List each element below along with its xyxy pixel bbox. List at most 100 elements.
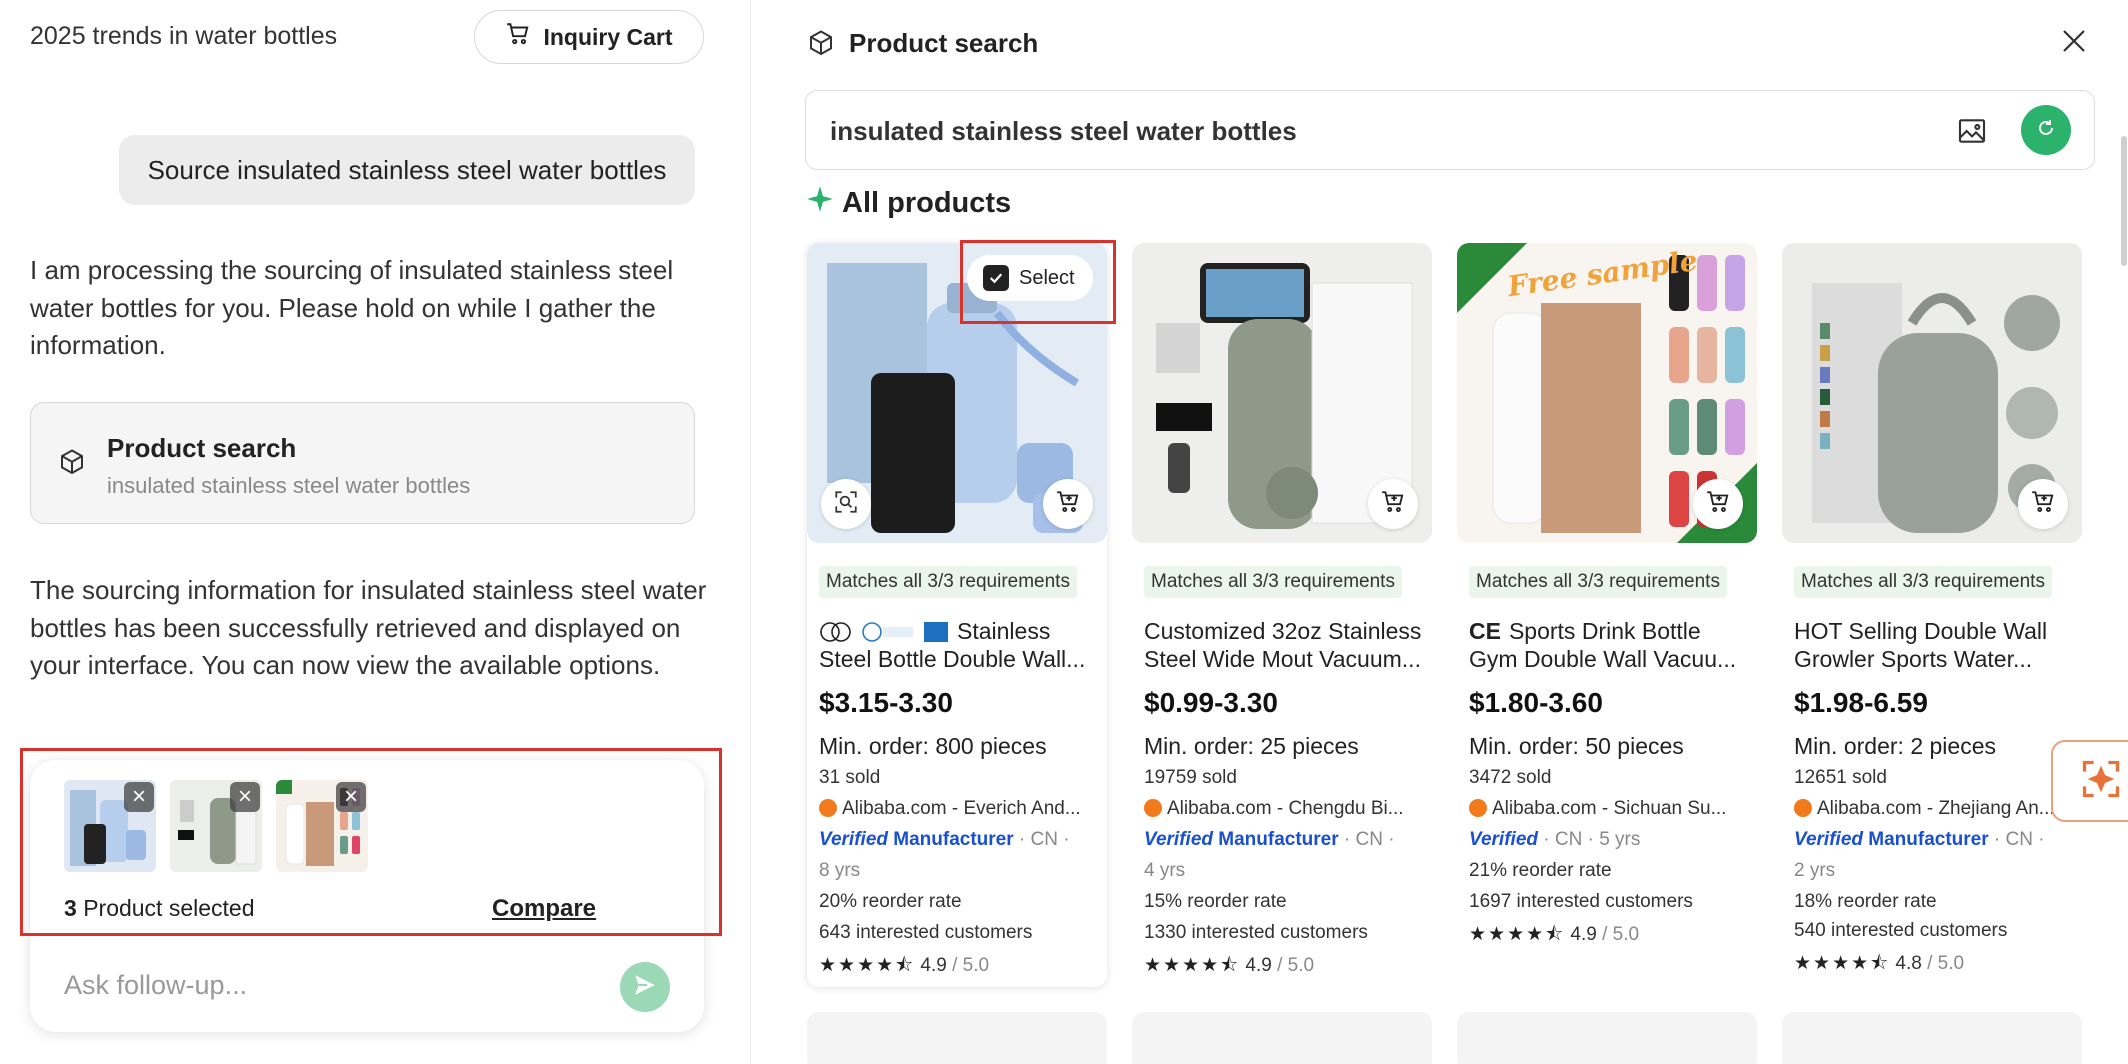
cube-icon	[806, 29, 836, 64]
min-order: Min. order: 50 pieces	[1469, 733, 1684, 759]
star-rating-icon: ★★★★⯪	[819, 955, 916, 976]
interested-customers: 1697 interested customers	[1469, 891, 1693, 912]
select-highlight	[960, 240, 1116, 324]
cart-add-icon	[2030, 489, 2056, 520]
sparkle-icon	[806, 185, 834, 221]
alibaba-icon	[1144, 799, 1162, 817]
cart-add-icon	[1055, 489, 1081, 520]
follow-up-input[interactable]: Ask follow-up...	[64, 970, 247, 1001]
product-title[interactable]: Stainless Steel Bottle Double Wall...	[819, 617, 1103, 673]
assistant-message: I am processing the sourcing of insulate…	[30, 255, 674, 360]
certification-icons	[819, 621, 949, 643]
add-to-cart-button[interactable]	[1043, 479, 1093, 529]
star-rating-icon: ★★★★⯪	[1794, 953, 1891, 974]
cube-icon	[57, 448, 87, 483]
search-bar[interactable]: insulated stainless steel water bottles	[805, 90, 2095, 170]
send-icon	[632, 972, 658, 1003]
chat-panel: 2025 trends in water bottles Inquiry Car…	[0, 0, 750, 1064]
star-rating-icon: ★★★★⯪	[1469, 924, 1566, 945]
rating: ★★★★⯪ 4.9 / 5.0	[1144, 955, 1315, 976]
product-title[interactable]: Customized 32oz Stainless Steel Wide Mou…	[1144, 617, 1428, 673]
product-card[interactable]	[1132, 1012, 1432, 1064]
product-card[interactable]	[807, 1012, 1107, 1064]
add-to-cart-button[interactable]	[1368, 479, 1418, 529]
product-price: $3.15-3.30	[819, 687, 953, 718]
sold-count: 3472 sold	[1469, 767, 1552, 788]
requirements-badge: Matches all 3/3 requirements	[1794, 566, 2052, 598]
ai-assistant-button[interactable]	[2051, 740, 2128, 822]
search-submit-button[interactable]	[2021, 105, 2071, 155]
reorder-rate: 15% reorder rate	[1144, 891, 1287, 912]
product-price: $0.99-3.30	[1144, 687, 1278, 718]
supplier-years: 8 yrs	[819, 860, 861, 881]
chat-title: 2025 trends in water bottles	[30, 22, 338, 50]
selection-highlight	[20, 748, 722, 936]
requirements-badge: Matches all 3/3 requirements	[1469, 566, 1727, 598]
product-card[interactable]: Free sample Matches all 3/3 requirements…	[1457, 243, 1757, 987]
interested-customers: 1330 interested customers	[1144, 922, 1368, 943]
supplier-link[interactable]: Alibaba.com - Zhejiang An...	[1794, 798, 2080, 820]
supplier-link[interactable]: Alibaba.com - Everich And...	[819, 798, 1105, 820]
sold-count: 12651 sold	[1794, 767, 1887, 788]
supplier-years: 4 yrs	[1144, 860, 1186, 881]
product-search-card[interactable]: Product search insulated stainless steel…	[30, 402, 695, 524]
min-order: Min. order: 25 pieces	[1144, 733, 1359, 759]
section-heading: All products	[806, 185, 1011, 221]
user-message: Source insulated stainless steel water b…	[119, 135, 695, 205]
reorder-rate: 21% reorder rate	[1469, 860, 1612, 881]
scrollbar[interactable]	[2121, 136, 2127, 266]
cart-add-icon	[1380, 489, 1406, 520]
alibaba-icon	[1469, 799, 1487, 817]
scan-sparkle-icon	[2079, 757, 2123, 806]
tool-card-query: insulated stainless steel water bottles	[107, 473, 471, 498]
cart-add-icon	[1705, 489, 1731, 520]
alibaba-icon	[1794, 799, 1812, 817]
inquiry-cart-label: Inquiry Cart	[543, 23, 673, 50]
ce-mark-icon: CE	[1469, 618, 1501, 644]
close-icon[interactable]	[2059, 26, 2089, 61]
add-to-cart-button[interactable]	[2018, 479, 2068, 529]
requirements-badge: Matches all 3/3 requirements	[1144, 566, 1402, 598]
requirements-badge: Matches all 3/3 requirements	[819, 566, 1077, 598]
reorder-rate: 18% reorder rate	[1794, 891, 1937, 912]
interested-customers: 540 interested customers	[1794, 920, 2008, 941]
inquiry-cart-button[interactable]: Inquiry Cart	[474, 10, 704, 64]
product-search-panel: Product search insulated stainless steel…	[751, 0, 2128, 1064]
tool-card-title: Product search	[107, 433, 297, 463]
product-title[interactable]: HOT Selling Double Wall Growler Sports W…	[1794, 617, 2078, 673]
visual-search-button[interactable]	[821, 479, 871, 529]
min-order: Min. order: 800 pieces	[819, 733, 1047, 759]
rating: ★★★★⯪ 4.8 / 5.0	[1794, 953, 1965, 974]
min-order: Min. order: 2 pieces	[1794, 733, 1996, 759]
star-rating-icon: ★★★★⯪	[1144, 955, 1241, 976]
supplier-verification: Verified · CN · 5 yrs	[1469, 829, 1641, 850]
rating: ★★★★⯪ 4.9 / 5.0	[819, 955, 990, 976]
supplier-link[interactable]: Alibaba.com - Chengdu Bi...	[1144, 798, 1430, 820]
sold-count: 19759 sold	[1144, 767, 1237, 788]
supplier-verification: Verified Manufacturer · CN ·	[1144, 829, 1395, 850]
product-card[interactable]	[1457, 1012, 1757, 1064]
alibaba-icon	[819, 799, 837, 817]
search-input[interactable]: insulated stainless steel water bottles	[830, 116, 1297, 147]
product-card[interactable]: Select Matches all 3/3 requirements Stai…	[807, 240, 1116, 987]
product-card[interactable]: Matches all 3/3 requirements HOT Selling…	[1782, 243, 2082, 987]
visual-search-icon	[833, 489, 859, 520]
add-to-cart-button[interactable]	[1693, 479, 1743, 529]
supplier-verification: Verified Manufacturer · CN ·	[1794, 829, 2045, 850]
sold-count: 31 sold	[819, 767, 881, 788]
send-button[interactable]	[620, 962, 670, 1012]
supplier-link[interactable]: Alibaba.com - Sichuan Su...	[1469, 798, 1755, 820]
rating: ★★★★⯪ 4.9 / 5.0	[1469, 924, 1640, 945]
supplier-years: 2 yrs	[1794, 860, 1836, 881]
image-search-icon[interactable]	[1956, 115, 1988, 152]
product-card[interactable]: Matches all 3/3 requirements Customized …	[1132, 243, 1432, 987]
product-price: $1.98-6.59	[1794, 687, 1928, 718]
refresh-search-icon	[2034, 116, 2058, 145]
supplier-verification: Verified Manufacturer · CN ·	[819, 829, 1070, 850]
reorder-rate: 20% reorder rate	[819, 891, 962, 912]
interested-customers: 643 interested customers	[819, 922, 1033, 943]
product-card[interactable]	[1782, 1012, 2082, 1064]
product-price: $1.80-3.60	[1469, 687, 1603, 718]
cart-icon	[505, 21, 531, 53]
product-title[interactable]: CE Sports Drink Bottle Gym Double Wall Va…	[1469, 617, 1753, 673]
